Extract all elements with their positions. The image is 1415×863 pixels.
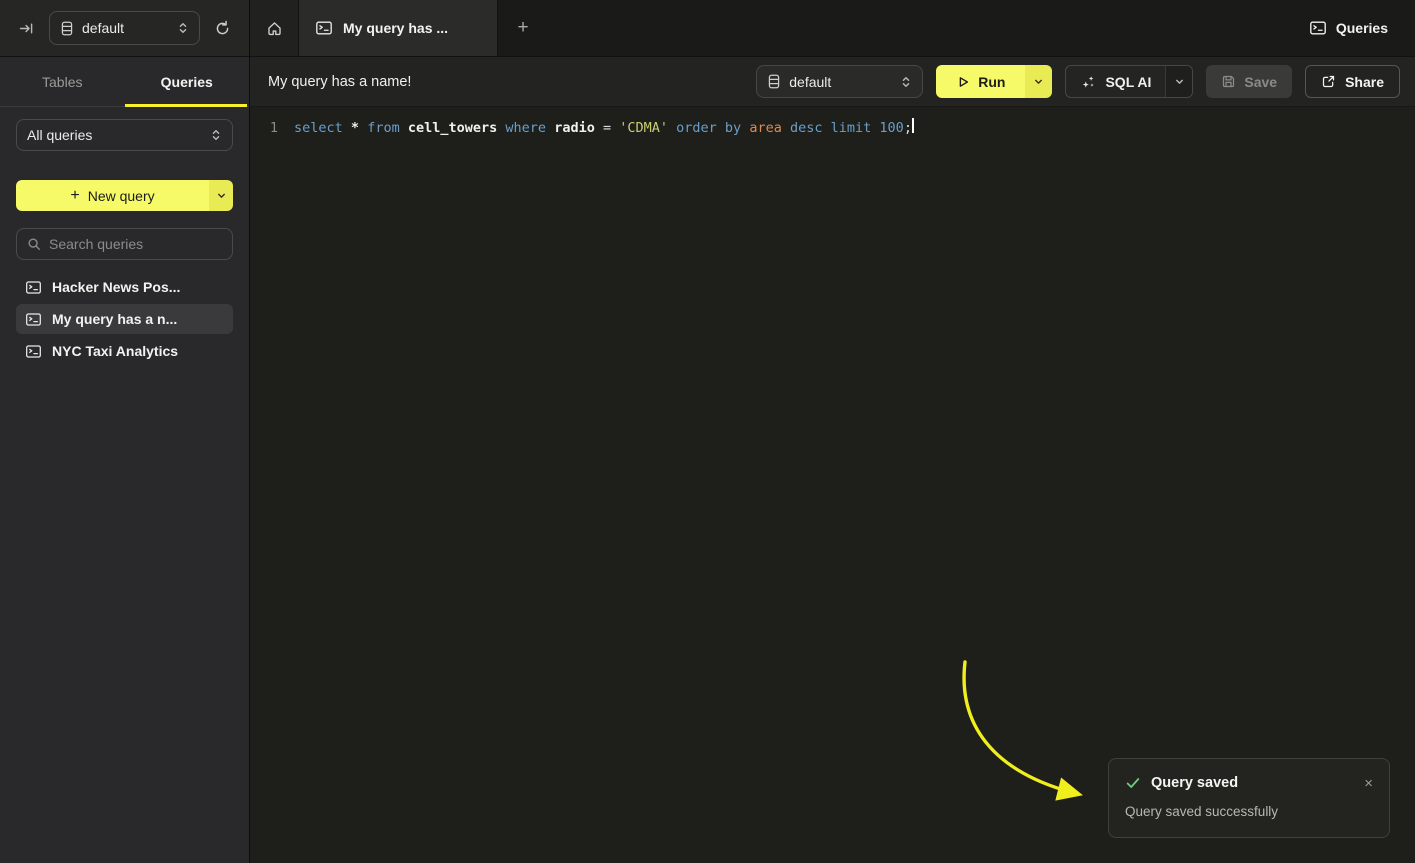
run-options-button[interactable] [1025,65,1052,98]
database-icon [767,74,781,89]
app-shell: Tables Queries All queries + New query [0,57,1415,863]
run-split-button: Run [936,65,1052,98]
sql-ai-split-button: SQL AI [1065,65,1193,98]
main-panel: My query has a name! default [250,57,1415,863]
toolbar-database-selector[interactable]: default [756,65,923,98]
database-icon [60,21,74,36]
query-toolbar: My query has a name! default [250,57,1415,107]
check-icon [1125,775,1141,791]
sql-ai-dropdown-button[interactable] [1165,66,1192,97]
new-query-dropdown-button[interactable] [209,180,233,211]
toast-title: Query saved [1151,775,1354,791]
sql-ai-label: SQL AI [1105,74,1151,90]
toast-header: Query saved × [1125,775,1373,791]
home-button[interactable] [250,0,298,56]
sparkles-icon [1080,74,1096,90]
database-selector-value: default [789,74,892,90]
plus-icon: + [517,17,528,38]
line-number: 1 [258,118,278,139]
query-terminal-icon [315,19,333,37]
tab-queries[interactable]: Queries [125,57,250,106]
topbar-left-section: default [0,0,250,57]
query-item-label: My query has a n... [52,311,177,327]
sidebar-tabs: Tables Queries [0,57,249,107]
query-item-label: Hacker News Pos... [52,279,180,295]
run-button[interactable]: Run [936,65,1025,98]
tab-strip: My query has ... + Queries [250,0,1415,57]
chevron-updown-icon [210,128,222,142]
sidebar: Tables Queries All queries + New query [0,57,250,863]
query-list-item-selected[interactable]: My query has a n... [16,304,233,334]
search-queries-input[interactable] [49,236,230,252]
refresh-button[interactable] [210,16,235,41]
chevron-down-icon [216,190,227,201]
save-icon [1221,74,1236,89]
refresh-icon [214,20,231,37]
query-filter-value: All queries [27,127,202,143]
tab-strip-spacer [548,0,1309,56]
search-queries-box [16,228,233,260]
query-terminal-icon [25,279,42,296]
share-button[interactable]: Share [1305,65,1400,98]
search-icon [27,237,41,251]
chevron-updown-icon [900,75,912,89]
sidebar-body: All queries + New query [0,107,249,366]
toast-message: Query saved successfully [1125,804,1373,819]
database-selector-value: default [82,20,169,36]
queries-terminal-icon [1309,19,1327,37]
run-label: Run [978,74,1005,90]
share-label: Share [1345,74,1384,90]
topbar-database-selector[interactable]: default [49,11,200,45]
tab-my-query[interactable]: My query has ... [298,0,498,56]
save-button[interactable]: Save [1206,65,1292,98]
chevron-updown-icon [177,21,189,35]
close-icon: × [1364,775,1373,792]
plus-icon: + [70,187,79,205]
sql-code[interactable]: select * from cell_towers where radio = … [294,118,912,139]
new-query-button[interactable]: + New query [16,180,209,211]
sql-ai-button[interactable]: SQL AI [1066,66,1165,97]
query-filter-select[interactable]: All queries [16,119,233,151]
save-label: Save [1244,74,1277,90]
chevron-down-icon [1174,76,1185,87]
queries-badge-label: Queries [1336,20,1388,36]
top-bar: default [0,0,1415,57]
query-list-item[interactable]: NYC Taxi Analytics [16,336,233,366]
query-item-label: NYC Taxi Analytics [52,343,178,359]
code-line: 1 select * from cell_towers where radio … [250,118,1415,139]
query-terminal-icon [25,343,42,360]
toast-close-button[interactable]: × [1364,776,1373,791]
chevron-down-icon [1033,76,1044,87]
collapse-sidebar-button[interactable] [14,16,39,41]
sql-editor[interactable]: 1 select * from cell_towers where radio … [250,107,1415,863]
query-terminal-icon [25,311,42,328]
collapse-sidebar-icon [18,20,35,37]
tab-tables[interactable]: Tables [0,57,125,106]
saved-query-list: Hacker News Pos... My query has a n... [16,272,233,366]
new-tab-button[interactable]: + [498,0,548,56]
query-list-item[interactable]: Hacker News Pos... [16,272,233,302]
text-cursor [912,118,914,133]
new-query-label: New query [88,188,155,204]
home-icon [266,20,283,37]
new-query-split-button: + New query [16,180,233,211]
queries-badge: Queries [1309,0,1415,56]
tab-label: My query has ... [343,20,448,36]
toast-query-saved: Query saved × Query saved successfully [1108,758,1390,838]
query-title: My query has a name! [268,74,743,90]
play-icon [956,75,970,89]
share-icon [1321,74,1336,89]
